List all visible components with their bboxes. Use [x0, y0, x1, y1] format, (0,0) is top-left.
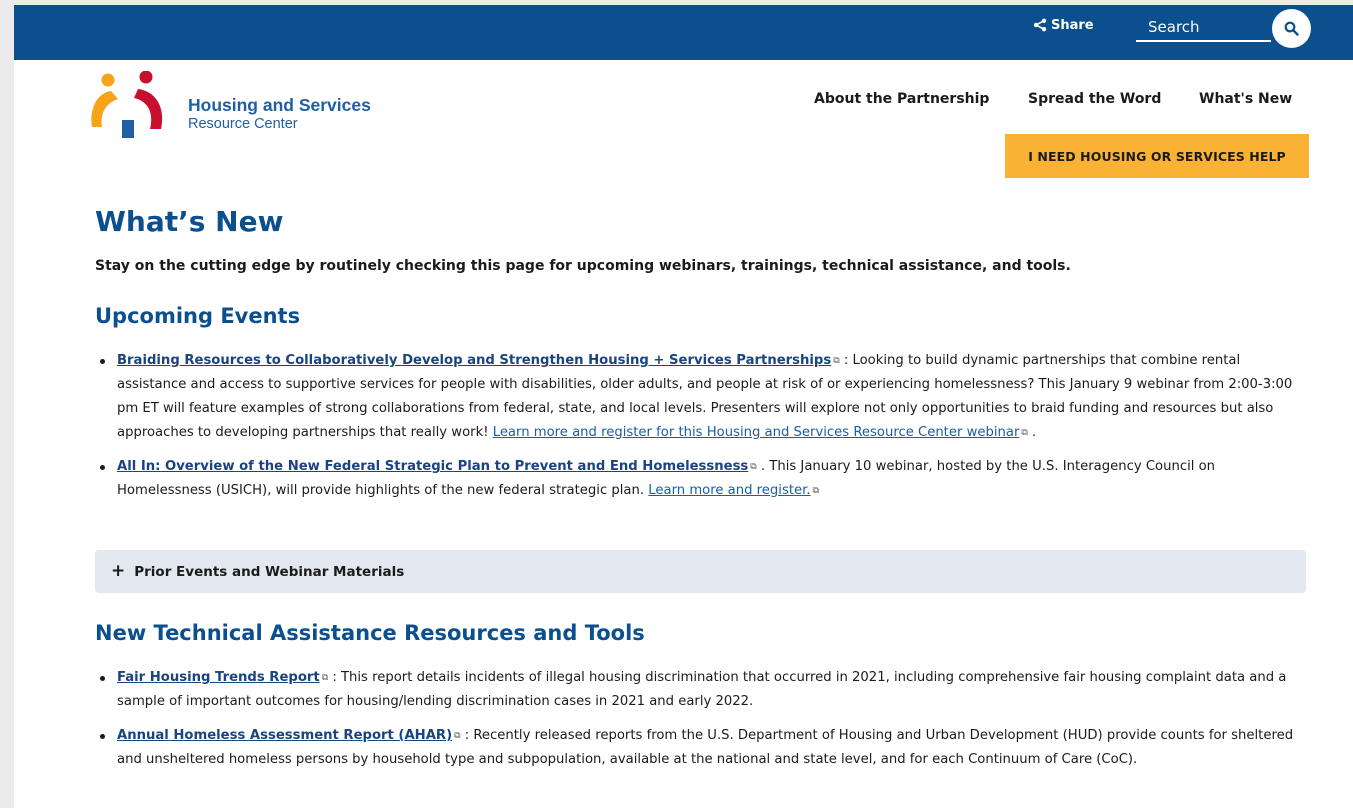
nav-whats-new[interactable]: What's New — [1199, 91, 1292, 107]
search-icon — [1284, 21, 1299, 36]
page-title: What’s New — [95, 205, 284, 238]
list-item: Braiding Resources to Collaboratively De… — [100, 349, 1297, 445]
logo-title: Housing and Services — [188, 95, 371, 115]
register-link[interactable]: Learn more and register for this Housing… — [493, 425, 1020, 440]
resources-list: Fair Housing Trends Report ⧉ : This repor… — [95, 666, 1297, 782]
resources-heading: New Technical Assistance Resources and T… — [95, 621, 645, 645]
plus-icon: + — [111, 561, 126, 581]
search-button[interactable] — [1272, 9, 1311, 48]
logo-subtitle: Resource Center — [188, 116, 298, 132]
accordion-label: Prior Events and Webinar Materials — [134, 563, 405, 580]
share-label: Share — [1051, 17, 1094, 33]
external-link-icon: ⧉ — [812, 486, 819, 496]
search-input[interactable] — [1136, 14, 1271, 42]
resource-title-link[interactable]: Fair Housing Trends Report — [117, 670, 320, 685]
nav-spread-the-word[interactable]: Spread the Word — [1028, 91, 1161, 107]
page: Share Housing and Services Resource Cent… — [14, 5, 1353, 808]
nav-about-partnership[interactable]: About the Partnership — [814, 91, 989, 107]
resource-title-link[interactable]: Annual Homeless Assessment Report (AHAR) — [117, 728, 452, 743]
site-logo[interactable]: Housing and Services Resource Center — [86, 71, 416, 143]
list-item: Annual Homeless Assessment Report (AHAR)… — [100, 724, 1297, 772]
upcoming-events-heading: Upcoming Events — [95, 304, 301, 328]
share-icon — [1033, 18, 1047, 32]
register-link[interactable]: Learn more and register. — [648, 483, 810, 498]
list-item: Fair Housing Trends Report ⧉ : This repor… — [100, 666, 1297, 714]
logo-mark-icon — [91, 71, 163, 138]
top-utility-bar: Share — [14, 5, 1353, 60]
prior-events-accordion[interactable]: + Prior Events and Webinar Materials — [95, 550, 1306, 593]
event-title-link[interactable]: All In: Overview of the New Federal Stra… — [117, 459, 748, 474]
upcoming-events-list: Braiding Resources to Collaboratively De… — [95, 349, 1297, 513]
list-item: All In: Overview of the New Federal Stra… — [100, 455, 1297, 503]
event-description-end: . — [1027, 425, 1037, 440]
event-title-link[interactable]: Braiding Resources to Collaboratively De… — [117, 353, 831, 368]
share-button[interactable]: Share — [1033, 15, 1094, 35]
intro-text: Stay on the cutting edge by routinely ch… — [95, 258, 1071, 274]
housing-help-button[interactable]: I NEED HOUSING OR SERVICES HELP — [1005, 134, 1309, 178]
